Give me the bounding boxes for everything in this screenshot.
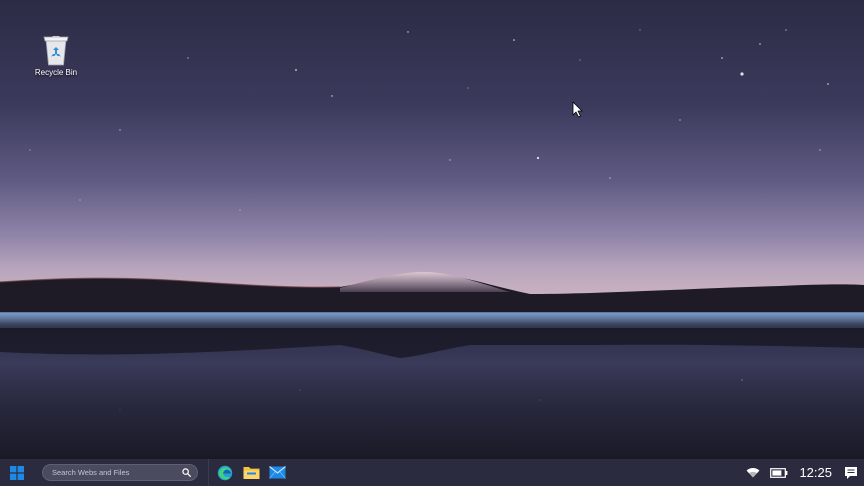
recycle-bin-icon	[43, 36, 69, 66]
search-icon[interactable]	[182, 468, 191, 477]
battery-icon	[770, 467, 788, 478]
battery-button[interactable]	[765, 459, 793, 486]
notification-icon	[845, 466, 857, 479]
edge-browser-icon	[217, 465, 233, 480]
start-button[interactable]	[0, 459, 34, 486]
notification-center-button[interactable]	[838, 459, 864, 486]
recycle-bin-label: Recycle Bin	[34, 68, 78, 77]
system-tray: 12:25	[741, 459, 864, 486]
taskbar-app-mail[interactable]	[264, 459, 290, 486]
wallpaper	[0, 0, 864, 459]
windows-logo-icon	[10, 465, 24, 480]
mouse-pointer	[572, 101, 583, 118]
wifi-icon	[747, 468, 760, 478]
desktop[interactable]: Recycle Bin	[0, 0, 864, 459]
taskbar-app-file-explorer[interactable]	[238, 459, 264, 486]
mail-icon	[268, 466, 286, 479]
clock[interactable]: 12:25	[793, 465, 838, 480]
taskbar: 12:25	[0, 459, 864, 486]
recycle-bin[interactable]: Recycle Bin	[30, 32, 82, 86]
wifi-button[interactable]	[741, 459, 765, 486]
taskbar-separator	[208, 459, 209, 486]
taskbar-app-edge[interactable]	[212, 459, 238, 486]
search-box[interactable]	[42, 464, 198, 481]
file-explorer-icon	[243, 467, 259, 479]
search-input[interactable]	[52, 465, 172, 480]
